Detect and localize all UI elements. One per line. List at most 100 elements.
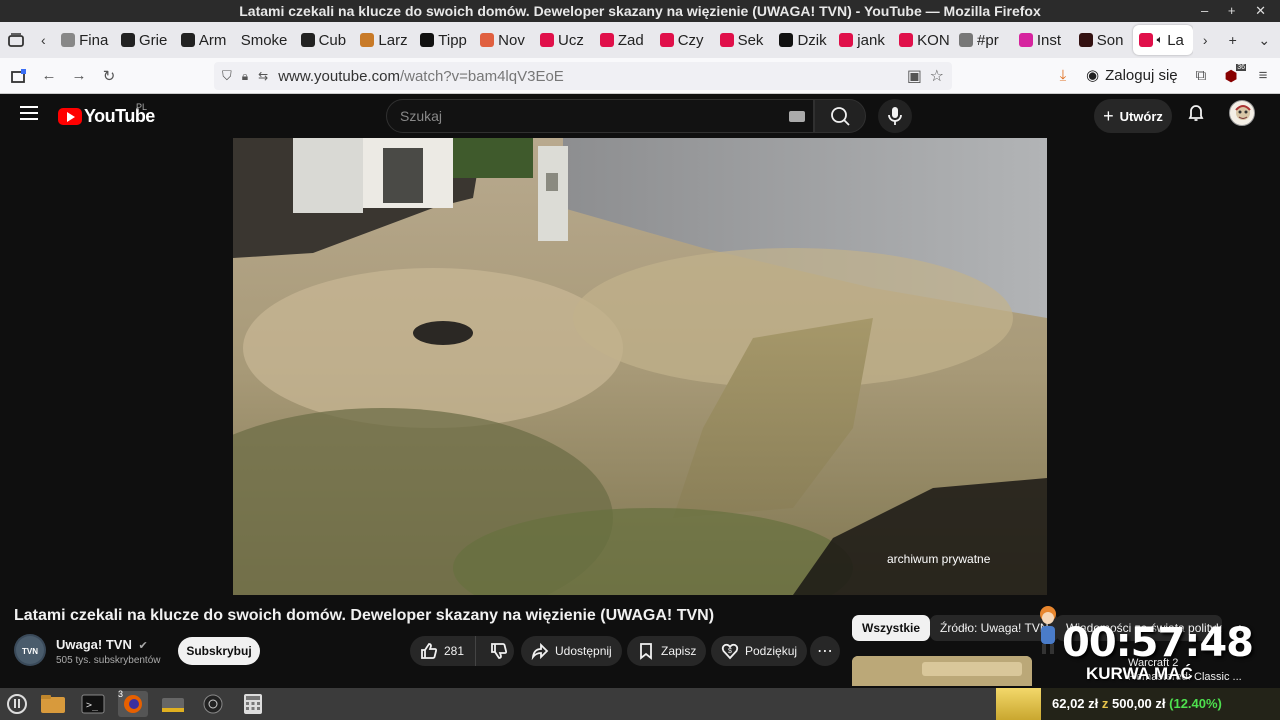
tab-scroll-right[interactable]: ›: [1193, 22, 1217, 58]
window-title: Latami czekali na klucze do swoich domów…: [239, 3, 1041, 19]
search-icon: [831, 107, 850, 126]
sidebar-toggle-icon[interactable]: [4, 61, 34, 91]
tab-strip: ‹ Fina Grie Arm Smoke Cub Larz Tipp Nov Ucz Zad Cz…: [0, 22, 1280, 58]
thumbs-up-icon: [421, 643, 438, 659]
tab-menu-button[interactable]: ⌄: [1248, 22, 1280, 58]
terminal-icon[interactable]: >_: [78, 691, 108, 717]
create-button[interactable]: + Utwórz: [1094, 99, 1172, 133]
browser-tab[interactable]: Arm: [175, 22, 235, 58]
browser-tab[interactable]: Inst: [1013, 22, 1073, 58]
browser-tab[interactable]: Dzik: [773, 22, 833, 58]
tab-favicon-icon: [1138, 33, 1153, 47]
tab-label: Arm: [198, 31, 227, 49]
steam-icon[interactable]: [158, 691, 188, 717]
youtube-logo[interactable]: YouTube PL: [58, 102, 155, 127]
plus-icon: +: [1103, 105, 1114, 126]
tab-label: Cub: [318, 31, 347, 49]
channel-avatar[interactable]: TVN: [14, 634, 46, 666]
tab-favicon-icon: [120, 33, 135, 47]
donation-progress-fill: [996, 688, 1041, 720]
bookmark-star-icon[interactable]: ☆: [930, 66, 944, 86]
tab-label: Dzik: [797, 31, 827, 49]
save-button[interactable]: Zapisz: [627, 636, 707, 666]
browser-tab[interactable]: Grie: [115, 22, 175, 58]
browser-tab[interactable]: Larz: [354, 22, 414, 58]
search-input[interactable]: Szukaj: [386, 99, 814, 133]
user-avatar[interactable]: [1229, 100, 1255, 126]
voice-search-button[interactable]: [878, 99, 912, 133]
share-button[interactable]: Udostępnij: [521, 636, 622, 666]
dislike-button[interactable]: [482, 642, 508, 660]
svg-text:$: $: [728, 648, 732, 655]
notifications-bell-icon[interactable]: [1184, 100, 1208, 129]
share-icon: [531, 642, 549, 660]
stream-caption: KURWA MAĆ: [1086, 664, 1193, 683]
shield-icon[interactable]: ⛉: [222, 68, 232, 84]
chip-all[interactable]: Wszystkie: [852, 615, 931, 641]
browser-tab[interactable]: Cub: [295, 22, 355, 58]
tab-label: Son: [1096, 31, 1124, 49]
extensions-icon[interactable]: ⧉: [1186, 61, 1216, 91]
guide-menu-icon[interactable]: [20, 106, 38, 124]
browser-tab[interactable]: Son: [1073, 22, 1133, 58]
obs-icon[interactable]: [198, 691, 228, 717]
firefox-taskbar-icon[interactable]: 3: [118, 689, 148, 717]
subscribe-button[interactable]: Subskrybuj: [178, 637, 260, 665]
browser-tab[interactable]: Fina: [55, 22, 115, 58]
browser-tab[interactable]: 🔈︎ La: [1132, 25, 1194, 55]
downloads-icon[interactable]: ⤓: [1048, 61, 1078, 91]
browser-tab[interactable]: Nov: [474, 22, 534, 58]
thumbs-down-icon: [491, 643, 508, 659]
reader-view-icon[interactable]: ▣: [907, 66, 922, 86]
start-menu-icon[interactable]: [2, 691, 32, 717]
keyboard-icon[interactable]: [789, 111, 805, 122]
video-title: Latami czekali na klucze do swoich domów…: [14, 607, 715, 624]
tab-label: Larz: [378, 31, 408, 49]
browser-tab[interactable]: KON: [893, 22, 953, 58]
window-titlebar: Latami czekali na klucze do swoich domów…: [0, 0, 1280, 22]
files-icon[interactable]: [38, 691, 68, 717]
reload-button[interactable]: ↻: [94, 61, 124, 91]
tab-overview-button[interactable]: [0, 22, 32, 58]
new-tab-button[interactable]: +: [1217, 22, 1249, 58]
window-controls[interactable]: – + ✕: [1201, 0, 1274, 22]
channel-name[interactable]: Uwaga! TVN ✔: [56, 637, 148, 652]
speaker-icon[interactable]: 🔈︎: [1157, 34, 1164, 47]
login-button[interactable]: ◉ Zaloguj się: [1086, 66, 1178, 85]
back-button[interactable]: ←: [34, 61, 64, 91]
browser-tab[interactable]: jank: [833, 22, 893, 58]
url-text[interactable]: www.youtube.com/watch?v=bam4lqV3EoE: [278, 68, 564, 85]
tab-favicon-icon: [540, 33, 554, 47]
tab-label: Tipp: [438, 31, 467, 49]
more-actions-button[interactable]: ⋯: [810, 636, 840, 666]
app-menu-icon[interactable]: ≡: [1248, 61, 1278, 91]
search-button[interactable]: [814, 99, 866, 133]
browser-tab[interactable]: Zad: [594, 22, 654, 58]
tab-label: Czy: [677, 31, 704, 49]
permissions-icon[interactable]: ⇆: [258, 69, 268, 83]
forward-button[interactable]: →: [64, 61, 94, 91]
browser-tab[interactable]: Ucz: [534, 22, 594, 58]
lock-icon[interactable]: 🔒︎: [242, 69, 248, 84]
browser-tab[interactable]: Czy: [654, 22, 714, 58]
sidebar-video-thumbnail[interactable]: [852, 656, 1032, 686]
url-bar[interactable]: ⛉ 🔒︎ ⇆ www.youtube.com/watch?v=bam4lqV3E…: [214, 62, 952, 90]
firefox-window-count: 3: [118, 689, 124, 699]
thanks-button[interactable]: $ Podziękuj: [711, 636, 808, 666]
ublock-icon[interactable]: ⬢ 36: [1216, 61, 1246, 91]
tab-list-icon: [7, 33, 24, 47]
like-button[interactable]: 281: [410, 636, 476, 666]
video-player[interactable]: [233, 138, 1047, 595]
tab-favicon-icon: [839, 33, 854, 47]
youtube-play-icon: [58, 108, 82, 125]
svg-text:TVN: TVN: [22, 647, 38, 656]
youtube-header: YouTube PL Szukaj + Utwórz: [0, 94, 1280, 138]
tab-scroll-left[interactable]: ‹: [32, 22, 56, 58]
browser-tab[interactable]: Smoke: [235, 22, 295, 58]
browser-tab[interactable]: #pr: [953, 22, 1013, 58]
tab-label: jank: [857, 31, 885, 49]
calculator-icon[interactable]: [238, 691, 268, 717]
tab-favicon-icon: [300, 33, 315, 47]
browser-tab[interactable]: Sek: [714, 22, 774, 58]
browser-tab[interactable]: Tipp: [414, 22, 474, 58]
